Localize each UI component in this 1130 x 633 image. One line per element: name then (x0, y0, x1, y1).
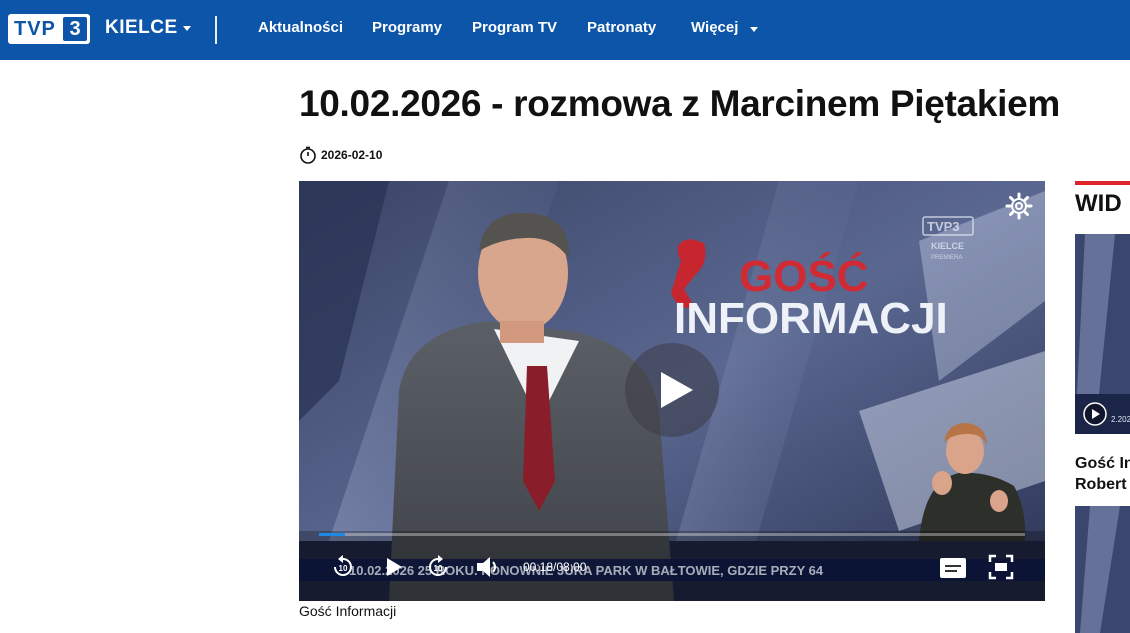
logo-text: TVP (14, 18, 56, 40)
clock-icon (300, 146, 316, 164)
current-time: 00:18 (523, 560, 554, 574)
play-small-button[interactable] (384, 556, 404, 578)
svg-text:10: 10 (434, 564, 443, 573)
sidebar-heading: WID (1075, 190, 1122, 217)
logo-number: 3 (63, 17, 87, 41)
nav-wiecej[interactable]: Więcej (691, 19, 738, 36)
progress-track[interactable] (319, 533, 1025, 536)
header-divider (215, 16, 217, 44)
article-title: 10.02.2026 - rozmowa z Marcinem Piętakie… (299, 83, 1060, 124)
sidebar-video-thumbnail[interactable]: 2.202 (1075, 234, 1130, 434)
sidebar-item-line2: Robert (1075, 476, 1127, 493)
settings-gear-icon[interactable] (1004, 191, 1034, 221)
svg-text:PREMIERA: PREMIERA (931, 255, 962, 261)
svg-text:10: 10 (339, 564, 348, 573)
play-icon (661, 372, 693, 408)
svg-text:KIELCE: KIELCE (931, 241, 964, 251)
progress-fill (319, 533, 346, 536)
nav-aktualnosci[interactable]: Aktualności (258, 19, 343, 36)
show-title-line2: INFORMACJI (674, 294, 948, 343)
more-dropdown-icon[interactable] (750, 27, 758, 32)
thumbnail-play-icon[interactable] (1082, 401, 1108, 427)
forward-10-button[interactable]: 10 (424, 553, 452, 581)
video-player[interactable]: GOŚĆ INFORMACJI TVP3 KIELCE PREMIERA 10.… (299, 181, 1045, 601)
time-display: 00:18/08:00 (523, 560, 586, 574)
region-dropdown-icon[interactable] (183, 26, 191, 31)
nav-program-tv[interactable]: Program TV (472, 19, 557, 36)
sidebar-item-title[interactable]: Gość In Robert (1075, 453, 1130, 495)
subtitles-icon[interactable] (939, 557, 967, 579)
date-text: 2026-02-10 (321, 148, 383, 162)
fullscreen-icon[interactable] (988, 554, 1014, 580)
svg-text:TVP3: TVP3 (927, 219, 960, 234)
video-caption: Gość Informacji (299, 603, 397, 619)
thumbnail-badge: 2.202 (1111, 415, 1130, 424)
sidebar-video-thumbnail-2[interactable] (1075, 506, 1130, 633)
sidebar-accent-bar (1075, 181, 1130, 185)
sidebar-item-line1: Gość In (1075, 455, 1130, 472)
nav-patronaty[interactable]: Patronaty (587, 19, 656, 36)
tvp3-logo[interactable]: TVP 3 (8, 14, 90, 44)
thumbnail-image-2 (1075, 506, 1130, 633)
top-navigation-bar: TVP 3 KIELCE Aktualności Programy Progra… (0, 0, 1130, 60)
total-time: 08:00 (556, 560, 587, 574)
rewind-10-button[interactable]: 10 (329, 553, 357, 581)
region-selector[interactable]: KIELCE (105, 17, 178, 39)
volume-icon[interactable] (474, 554, 502, 580)
nav-programy[interactable]: Programy (372, 19, 442, 36)
big-play-button[interactable] (625, 343, 719, 437)
